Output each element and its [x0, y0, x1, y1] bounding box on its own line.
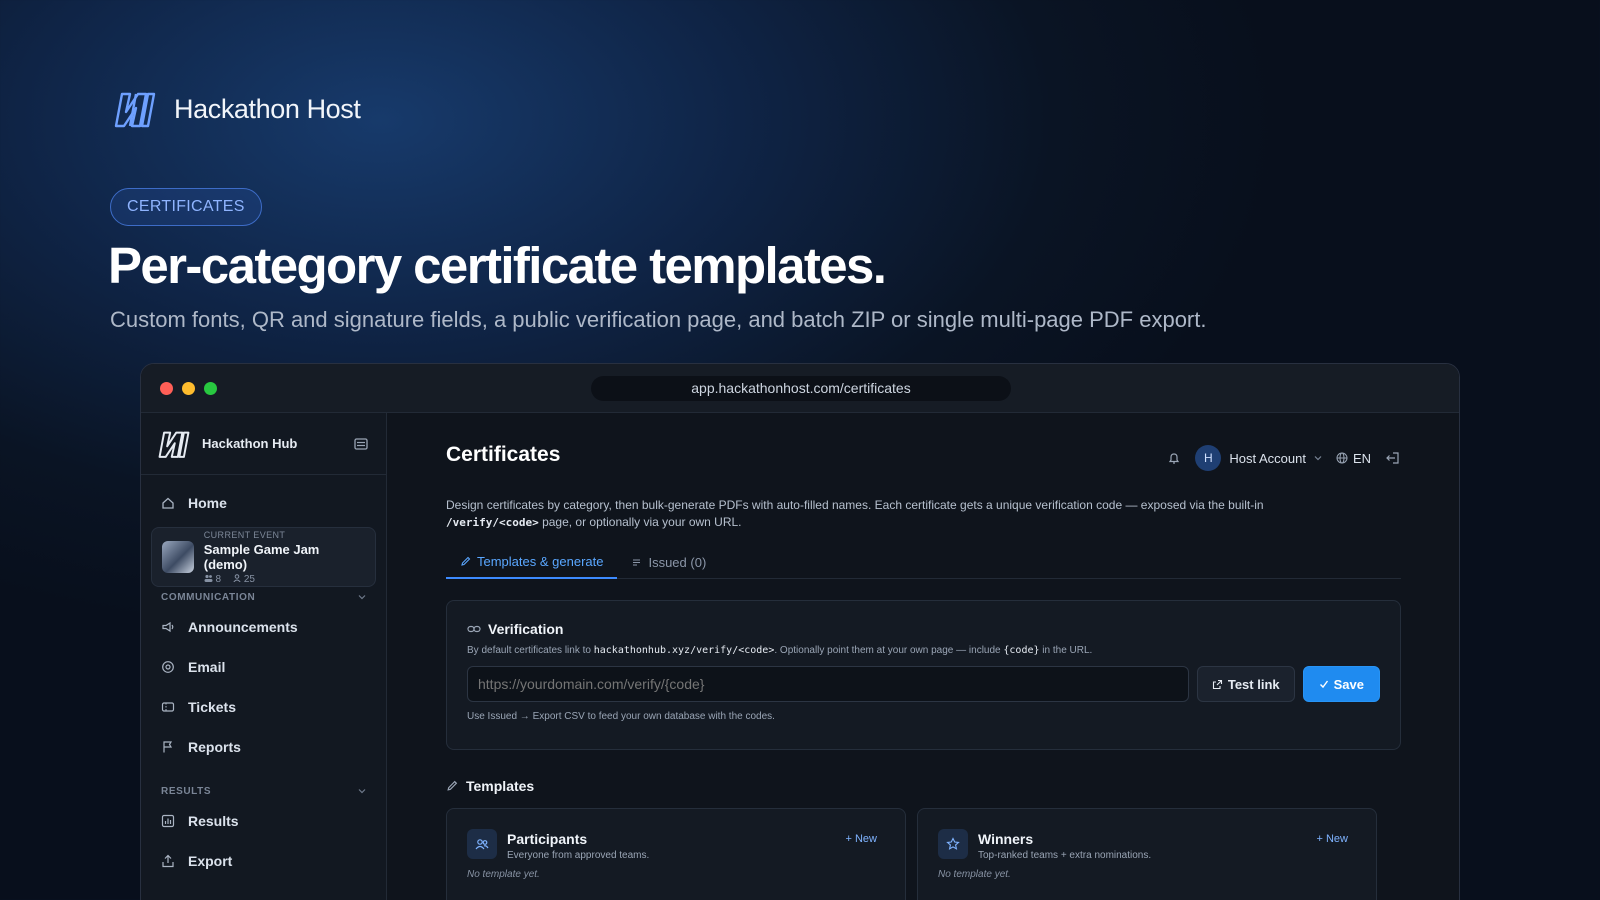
sidebar-item-label: Export [188, 853, 233, 869]
menu-icon[interactable] [354, 437, 368, 451]
section-communication[interactable]: COMMUNICATION [141, 587, 386, 607]
sidebar-item-home[interactable]: Home [141, 483, 386, 523]
tab-bar: Templates & generate Issued (0) [446, 545, 1401, 579]
pen-icon [447, 780, 458, 791]
participants-icon [467, 829, 497, 859]
sidebar-header: Hackathon Hub [141, 413, 386, 475]
pen-icon [461, 556, 471, 566]
hackathon-hub-logo-icon [158, 431, 190, 458]
sidebar-item-label: Reports [188, 739, 241, 755]
verification-title: Verification [467, 621, 1380, 637]
bell-icon[interactable] [1167, 451, 1181, 465]
megaphone-icon [162, 621, 174, 633]
page-description: Design certificates by category, then bu… [446, 498, 1264, 529]
sidebar-item-reports[interactable]: Reports [141, 727, 386, 767]
sidebar-item-announcements[interactable]: Announcements [141, 607, 386, 647]
at-sign-icon [162, 661, 174, 673]
sidebar-item-export[interactable]: Export [141, 841, 386, 881]
verification-card: Verification By default certificates lin… [446, 600, 1401, 750]
export-icon [162, 854, 174, 868]
teams-count: 8 [204, 574, 221, 585]
members-count: 25 [233, 574, 255, 585]
teams-icon [204, 574, 213, 582]
flag-icon [163, 741, 173, 753]
sidebar-item-results[interactable]: Results [141, 801, 386, 841]
star-icon [938, 829, 968, 859]
window-controls [160, 382, 217, 395]
list-icon [633, 559, 641, 565]
save-button[interactable]: Save [1302, 666, 1380, 702]
hero-headline: Per-category certificate templates. [108, 237, 887, 294]
template-title: Winners [978, 831, 1034, 847]
globe-icon [1336, 452, 1348, 464]
sidebar-item-label: Announcements [188, 619, 298, 635]
verification-url-input[interactable] [467, 666, 1189, 702]
hero-subtitle: Custom fonts, QR and signature fields, a… [110, 307, 1207, 332]
sidebar-item-email[interactable]: Email [141, 647, 386, 687]
chevron-down-icon [358, 595, 366, 600]
tab-templates-generate[interactable]: Templates & generate [446, 545, 618, 579]
template-empty-state: No template yet. [467, 869, 540, 880]
template-title: Participants [507, 831, 588, 847]
sidebar-item-label: Tickets [188, 699, 236, 715]
browser-titlebar: app.hackathonhost.com/certificates [141, 364, 1459, 413]
user-icon [233, 573, 241, 582]
test-link-button[interactable]: Test link [1196, 666, 1295, 702]
section-results[interactable]: RESULTS [141, 781, 386, 801]
sidebar: Hackathon Hub Home CURRENT EVENT Sample … [141, 413, 387, 900]
section-badge: CERTIFICATES [110, 188, 262, 226]
sidebar-item-label: Results [188, 813, 239, 829]
hero-brand-title: Hackathon Host [174, 93, 361, 124]
language-code: EN [1352, 450, 1371, 466]
event-stats: 8 25 [204, 574, 365, 585]
new-template-button[interactable]: + New [1317, 833, 1349, 845]
verification-url-row: Test link Save [467, 666, 1380, 702]
sidebar-brand: Hackathon Hub [202, 435, 298, 451]
close-window-button[interactable] [160, 382, 173, 395]
template-card-winners: Winners Top-ranked teams + extra nominat… [917, 808, 1377, 900]
hackathon-logo-icon [114, 92, 156, 128]
sidebar-item-label: Email [188, 659, 226, 675]
page-title: Certificates [446, 443, 561, 466]
current-event-card[interactable]: CURRENT EVENT Sample Game Jam (demo) 8 2… [151, 527, 376, 587]
logout-icon[interactable] [1385, 451, 1401, 465]
chevron-down-icon [358, 789, 366, 794]
avatar: H [1195, 445, 1222, 471]
current-event-name: Sample Game Jam (demo) [203, 541, 320, 572]
address-bar[interactable]: app.hackathonhost.com/certificates [591, 376, 1011, 401]
chart-icon [161, 814, 175, 828]
minimize-window-button[interactable] [182, 382, 195, 395]
hero-brand: Hackathon Host [110, 88, 361, 130]
new-template-button[interactable]: + New [846, 833, 878, 845]
template-subtitle: Everyone from approved teams. [507, 850, 650, 861]
home-icon [162, 497, 174, 509]
verify-path-code: /verify/<code> [446, 516, 539, 529]
verification-help: By default certificates link to hackatho… [467, 645, 1093, 656]
current-event-label: CURRENT EVENT [203, 529, 286, 540]
chevron-down-icon [1314, 456, 1322, 461]
app-window: app.hackathonhost.com/certificates Hacka… [140, 363, 1460, 900]
external-link-icon [1212, 679, 1222, 689]
account-name: Host Account [1229, 450, 1306, 466]
account-menu[interactable]: H Host Account [1195, 445, 1322, 471]
template-empty-state: No template yet. [938, 869, 1011, 880]
sidebar-item-label: Home [188, 495, 227, 511]
sidebar-item-tickets[interactable]: Tickets [141, 687, 386, 727]
main-content: Certificates H Host Account EN Design ce… [388, 413, 1459, 900]
verification-note: Use Issued → Export CSV to feed your own… [467, 711, 775, 722]
ticket-icon [161, 702, 175, 712]
templates-heading: Templates [446, 778, 534, 794]
top-bar: H Host Account EN [1167, 445, 1401, 471]
template-subtitle: Top-ranked teams + extra nominations. [978, 850, 1152, 861]
maximize-window-button[interactable] [204, 382, 217, 395]
tab-issued[interactable]: Issued (0) [617, 545, 720, 579]
event-thumbnail [162, 541, 194, 573]
link-icon [467, 625, 481, 633]
template-card-participants: Participants Everyone from approved team… [446, 808, 906, 900]
language-selector[interactable]: EN [1336, 451, 1371, 466]
check-icon [1319, 680, 1328, 689]
